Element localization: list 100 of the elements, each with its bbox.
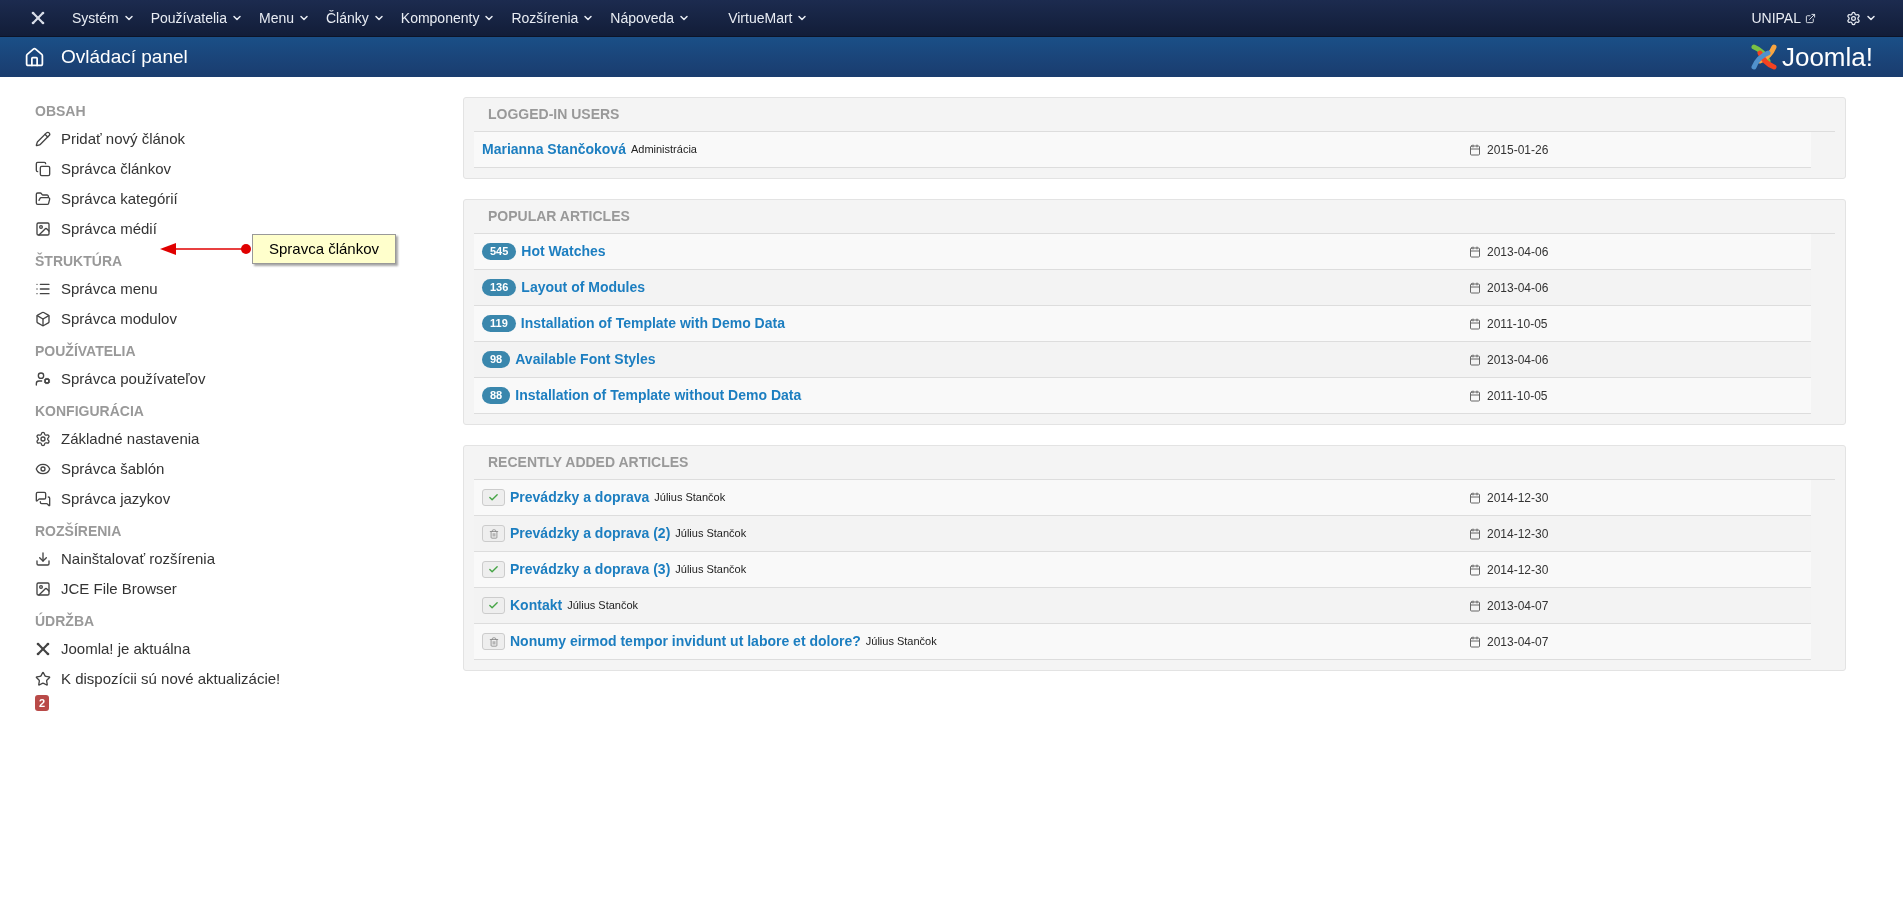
calendar-icon bbox=[1469, 563, 1481, 576]
sidebar-link[interactable]: Pridať nový článok bbox=[61, 127, 186, 151]
menu-item[interactable]: Nápoveda bbox=[602, 0, 699, 37]
date-text: 2014-12-30 bbox=[1487, 561, 1549, 579]
hits-badge: 98 bbox=[482, 351, 511, 368]
eye-icon bbox=[35, 461, 51, 477]
article-link[interactable]: Prevádzky a doprava (2) bbox=[510, 523, 671, 544]
date-text: 2013-04-06 bbox=[1487, 279, 1549, 297]
article-link[interactable]: Available Font Styles bbox=[515, 349, 656, 370]
user-role: Administrácia bbox=[630, 142, 697, 158]
menu-item[interactable]: VirtueMart bbox=[720, 0, 817, 37]
trash-icon bbox=[488, 636, 499, 647]
sidebar-link[interactable]: K dispozícii sú nové aktualizácie! bbox=[61, 667, 281, 691]
check-icon bbox=[488, 492, 499, 503]
article-link[interactable]: Kontakt bbox=[510, 595, 563, 616]
section-heading: ŠTRUKTÚRA bbox=[35, 251, 123, 271]
date-text: 2011-10-05 bbox=[1487, 387, 1548, 405]
calendar-icon bbox=[1469, 389, 1481, 402]
date-text: 2013-04-07 bbox=[1487, 633, 1549, 651]
section-heading: ROZŠÍRENIA bbox=[35, 521, 122, 541]
sidebar-link[interactable]: Správca článkov bbox=[61, 157, 172, 181]
menu-item[interactable]: Systém bbox=[64, 0, 143, 37]
author-name: Július Stančok bbox=[567, 598, 639, 614]
chat-icon bbox=[35, 491, 51, 507]
calendar-icon bbox=[1469, 281, 1481, 294]
status-toggle[interactable] bbox=[482, 597, 505, 614]
article-link[interactable]: Hot Watches bbox=[521, 241, 606, 262]
calendar-icon bbox=[1469, 527, 1481, 540]
article-link[interactable]: Prevádzky a doprava bbox=[510, 487, 650, 508]
image-icon bbox=[35, 221, 51, 237]
settings-icon bbox=[1846, 10, 1861, 26]
menu-item[interactable]: Menu bbox=[250, 0, 318, 37]
sidebar-link[interactable]: Správca kategórií bbox=[61, 187, 178, 211]
sidebar-link[interactable]: JCE File Browser bbox=[61, 577, 177, 601]
check-icon bbox=[488, 564, 499, 575]
author-name: Július Stančok bbox=[654, 490, 726, 506]
copy-icon bbox=[35, 161, 51, 177]
sidebar-link[interactable]: Správca šablón bbox=[61, 457, 165, 481]
calendar-icon bbox=[1469, 353, 1481, 366]
section-heading: ÚDRŽBA bbox=[35, 611, 95, 631]
section-heading: OBSAH bbox=[35, 102, 86, 121]
status-toggle[interactable] bbox=[482, 489, 505, 506]
menu-item[interactable]: Rozšírenia bbox=[503, 0, 603, 37]
section-heading: KONFIGURÁCIA bbox=[35, 402, 144, 421]
menu-item[interactable]: Články bbox=[318, 0, 393, 37]
author-name: Július Stančok bbox=[675, 526, 747, 542]
callout-note: Spravca článkov bbox=[252, 234, 397, 264]
calendar-icon bbox=[1469, 491, 1481, 504]
home-icon bbox=[24, 46, 45, 68]
image-icon bbox=[35, 581, 51, 597]
hits-badge: 88 bbox=[482, 387, 511, 404]
cube-icon bbox=[35, 311, 51, 327]
calendar-icon bbox=[1469, 143, 1481, 156]
date-text: 2013-04-07 bbox=[1487, 597, 1549, 615]
article-link[interactable]: Installation of Template without Demo Data bbox=[515, 385, 802, 406]
knot-icon bbox=[30, 10, 46, 26]
settings-menu-button[interactable] bbox=[1846, 10, 1877, 26]
trash-icon bbox=[488, 528, 499, 539]
calendar-icon bbox=[1469, 245, 1481, 258]
user-icon bbox=[35, 371, 51, 387]
calendar-icon bbox=[1469, 635, 1481, 648]
menu-item[interactable]: Komponenty bbox=[392, 0, 504, 37]
date-text: 2015-01-26 bbox=[1487, 141, 1549, 159]
section-heading: POUŽÍVATELIA bbox=[35, 341, 136, 361]
pencil-icon bbox=[35, 131, 51, 147]
page-title: Ovládací panel bbox=[61, 44, 188, 69]
sidebar-link[interactable]: Nainštalovať rozšírenia bbox=[61, 547, 216, 571]
calendar-icon bbox=[1469, 317, 1481, 330]
count-badge: 2 bbox=[35, 695, 50, 711]
folder-icon bbox=[35, 191, 51, 207]
check-icon bbox=[488, 600, 499, 611]
panel-heading: POPULAR ARTICLES bbox=[488, 207, 630, 226]
article-link[interactable]: Nonumy eirmod tempor invidunt ut labore et dolore? bbox=[510, 631, 861, 652]
status-toggle[interactable] bbox=[482, 525, 505, 542]
hits-badge: 545 bbox=[482, 243, 517, 260]
author-name: Július Stančok bbox=[675, 562, 747, 578]
user-link[interactable]: Marianna Stančoková bbox=[482, 139, 626, 160]
settings-icon bbox=[35, 431, 51, 447]
status-toggle[interactable] bbox=[482, 633, 505, 650]
site-link[interactable]: UNIPAL bbox=[1751, 7, 1816, 29]
sidebar-link[interactable]: Správca modulov bbox=[61, 307, 177, 331]
panel-heading: LOGGED-IN USERS bbox=[488, 105, 620, 124]
sidebar-link[interactable]: Joomla! je aktuálna bbox=[61, 637, 191, 661]
article-link[interactable]: Installation of Template with Demo Data bbox=[520, 313, 785, 334]
logo-text: Joomla! bbox=[1781, 44, 1873, 70]
sidebar-link[interactable]: Správca jazykov bbox=[61, 487, 171, 511]
sidebar-link[interactable]: Správca menu bbox=[61, 277, 158, 301]
date-text: 2014-12-30 bbox=[1487, 489, 1549, 507]
sidebar-link[interactable]: Správca médií bbox=[61, 217, 157, 241]
menu-item[interactable]: Používatelia bbox=[142, 0, 251, 37]
knot-icon bbox=[35, 641, 51, 657]
sidebar-link[interactable]: Základné nastavenia bbox=[61, 427, 200, 451]
author-name: Július Stančok bbox=[865, 634, 937, 650]
hits-badge: 119 bbox=[482, 315, 516, 332]
article-link[interactable]: Prevádzky a doprava (3) bbox=[510, 559, 671, 580]
status-toggle[interactable] bbox=[482, 561, 505, 578]
date-text: 2013-04-06 bbox=[1487, 351, 1549, 369]
sidebar-link[interactable]: Správca používateľov bbox=[61, 367, 206, 391]
article-link[interactable]: Layout of Modules bbox=[521, 277, 646, 298]
download-icon bbox=[35, 551, 51, 567]
